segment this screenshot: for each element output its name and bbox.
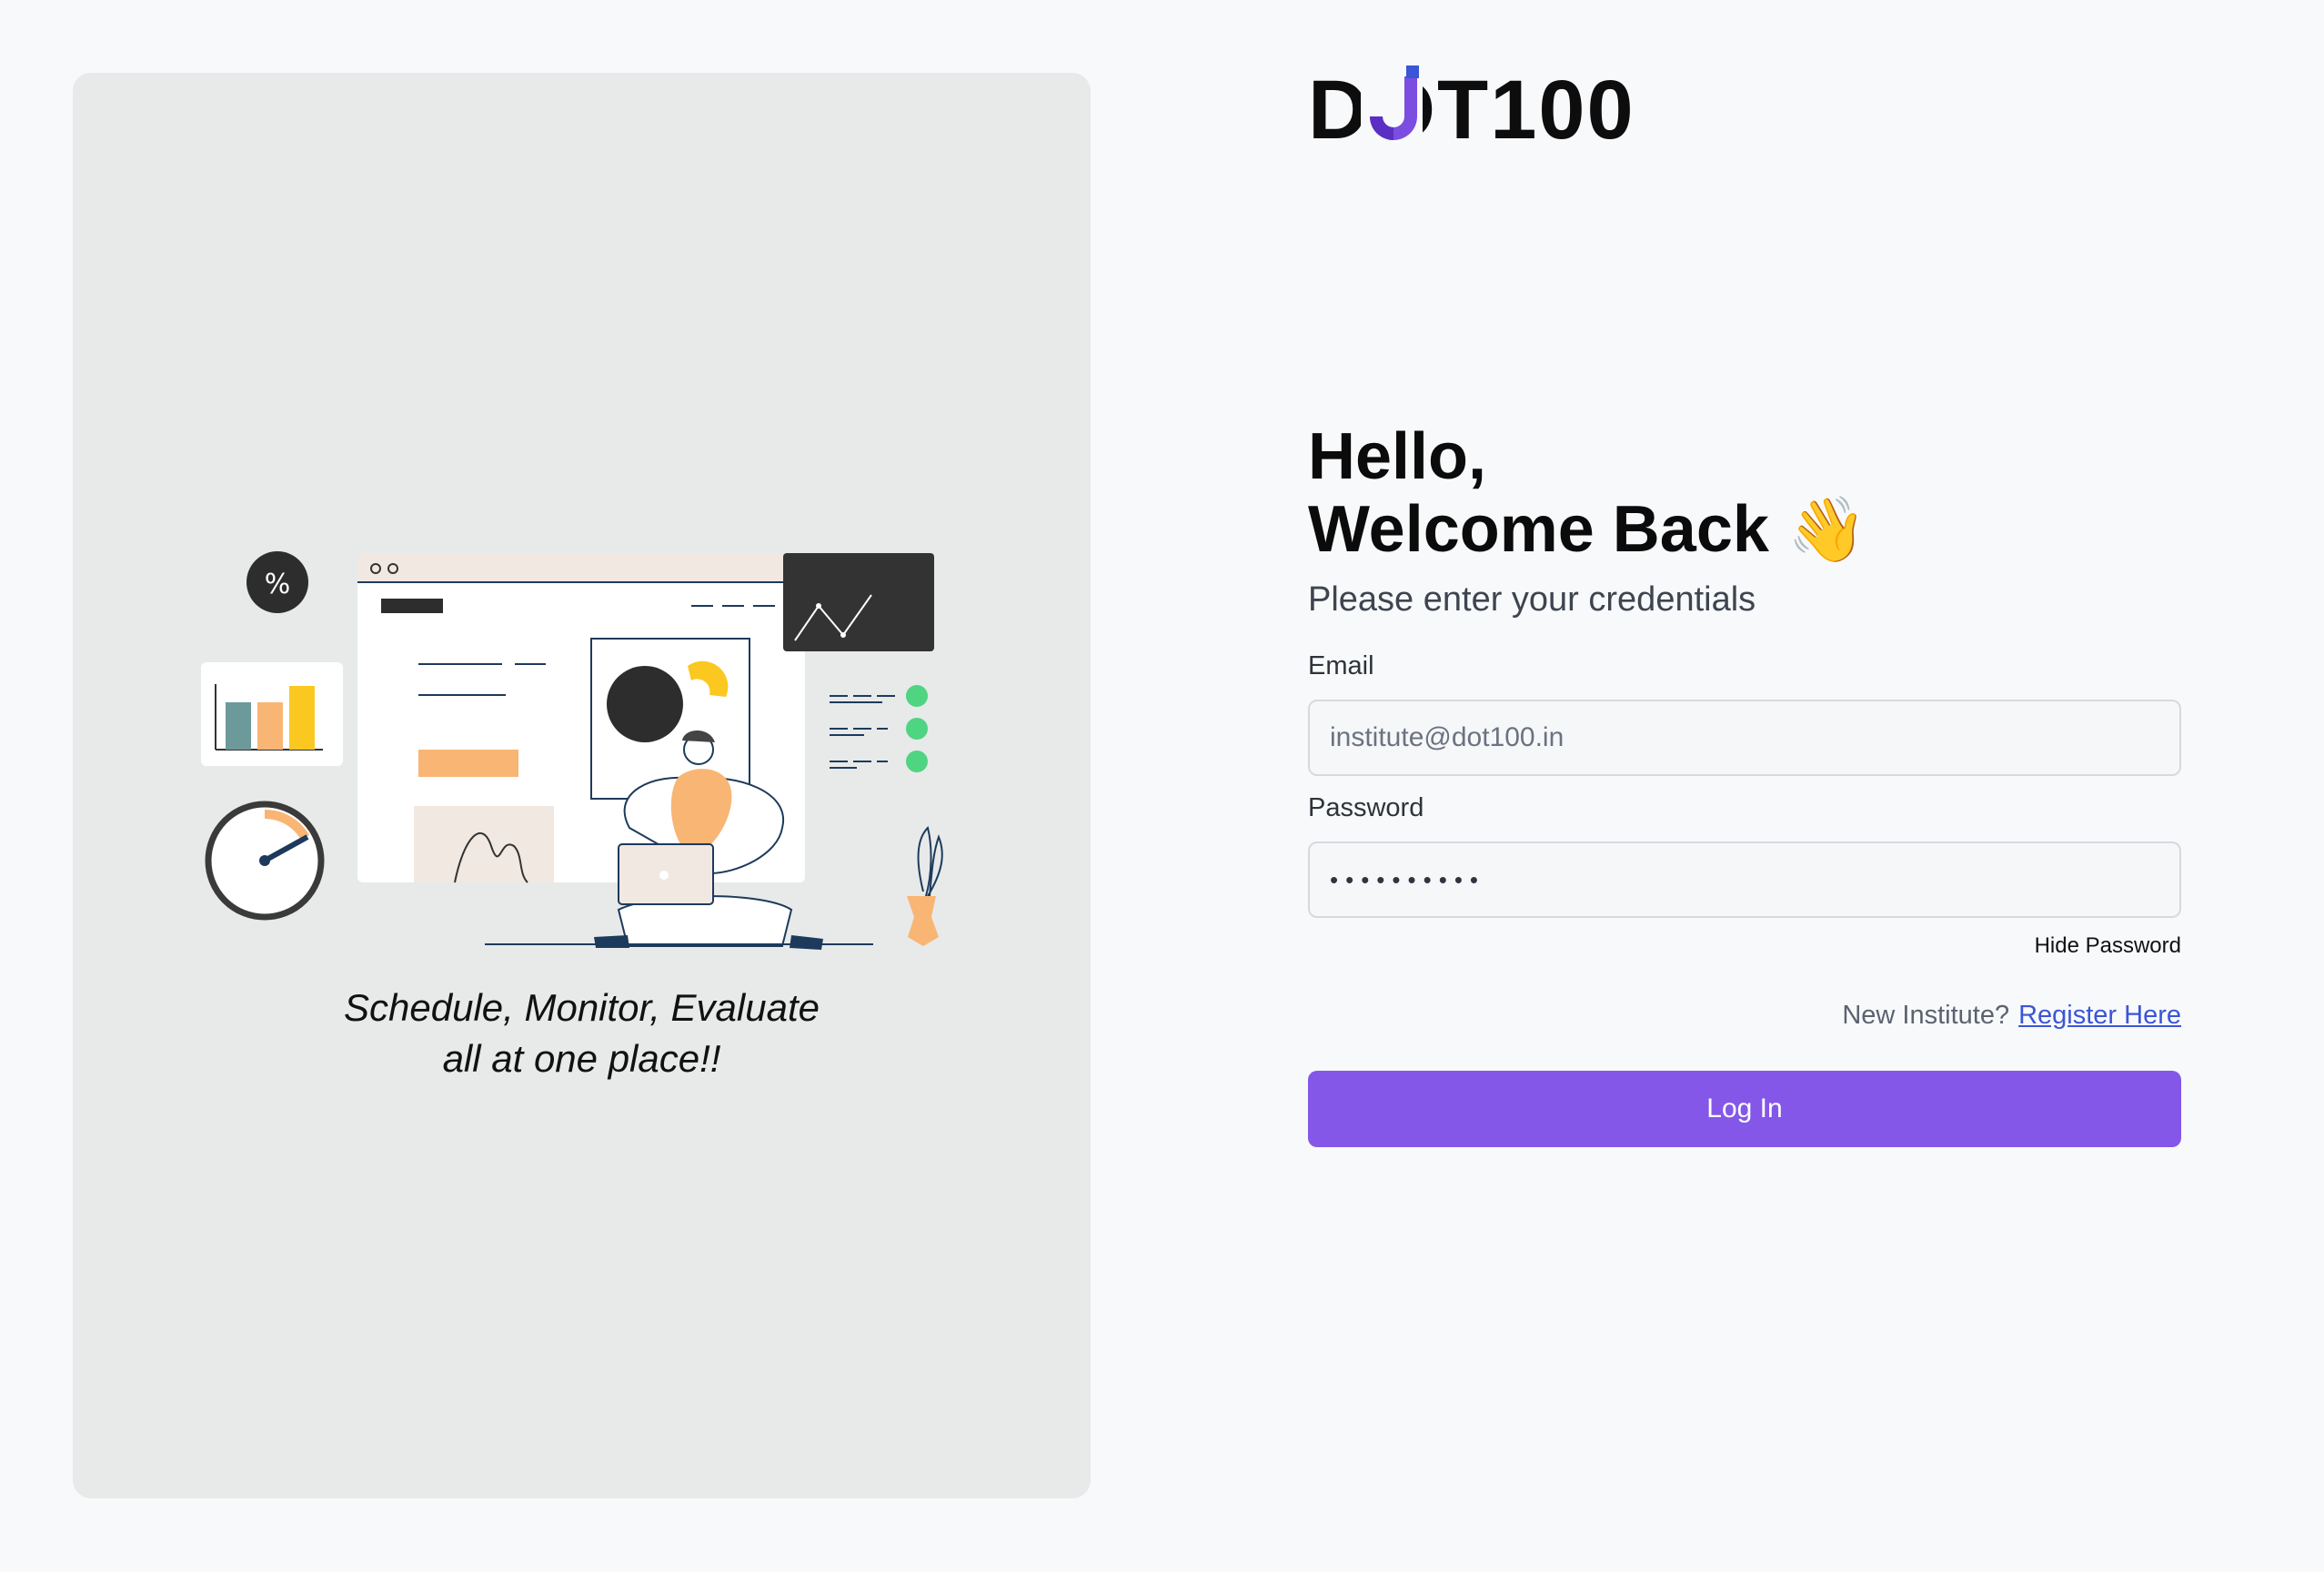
profile-card [590, 638, 750, 800]
tagline-line-2: all at one place!! [442, 1037, 721, 1080]
subheading: Please enter your credentials [1308, 580, 1756, 619]
tagline: Schedule, Monitor, Evaluate all at one p… [73, 982, 1091, 1084]
hide-password-toggle[interactable]: Hide Password [2001, 933, 2181, 959]
svg-text:%: % [265, 569, 291, 600]
stopwatch-icon [205, 801, 325, 921]
email-label: Email [1308, 651, 1374, 680]
tagline-line-1: Schedule, Monitor, Evaluate [344, 986, 820, 1029]
plant-icon [907, 826, 943, 946]
password-label: Password [1308, 793, 1424, 822]
logo-text: DOT100 [1308, 64, 1635, 156]
register-row: New Institute? Register Here [1842, 1001, 2181, 1031]
email-input[interactable] [1308, 700, 2181, 776]
welcome-heading: Hello, Welcome Back 👋 [1308, 420, 1866, 566]
illustration-panel: % Schedule, Monitor, Evaluate all at one… [73, 73, 1091, 1498]
new-institute-text: New Institute? [1842, 1001, 2010, 1030]
password-input[interactable]: •••••••••• [1308, 841, 2181, 918]
heading-line-2-text: Welcome Back [1308, 493, 1769, 566]
login-button[interactable]: Log In [1308, 1071, 2181, 1147]
checklist [830, 685, 928, 772]
register-link[interactable]: Register Here [2018, 1001, 2181, 1030]
heading-line-2: Welcome Back 👋 [1308, 493, 1866, 566]
heading-line-1: Hello, [1308, 420, 1487, 493]
bar-chart-card [201, 662, 343, 766]
percent-icon: % [246, 551, 308, 613]
wave-hand-icon: 👋 [1786, 494, 1867, 565]
line-chart-card [783, 553, 934, 651]
dot100-logo-icon [1361, 66, 1423, 153]
brand-logo: DOT100 [1308, 64, 1635, 156]
